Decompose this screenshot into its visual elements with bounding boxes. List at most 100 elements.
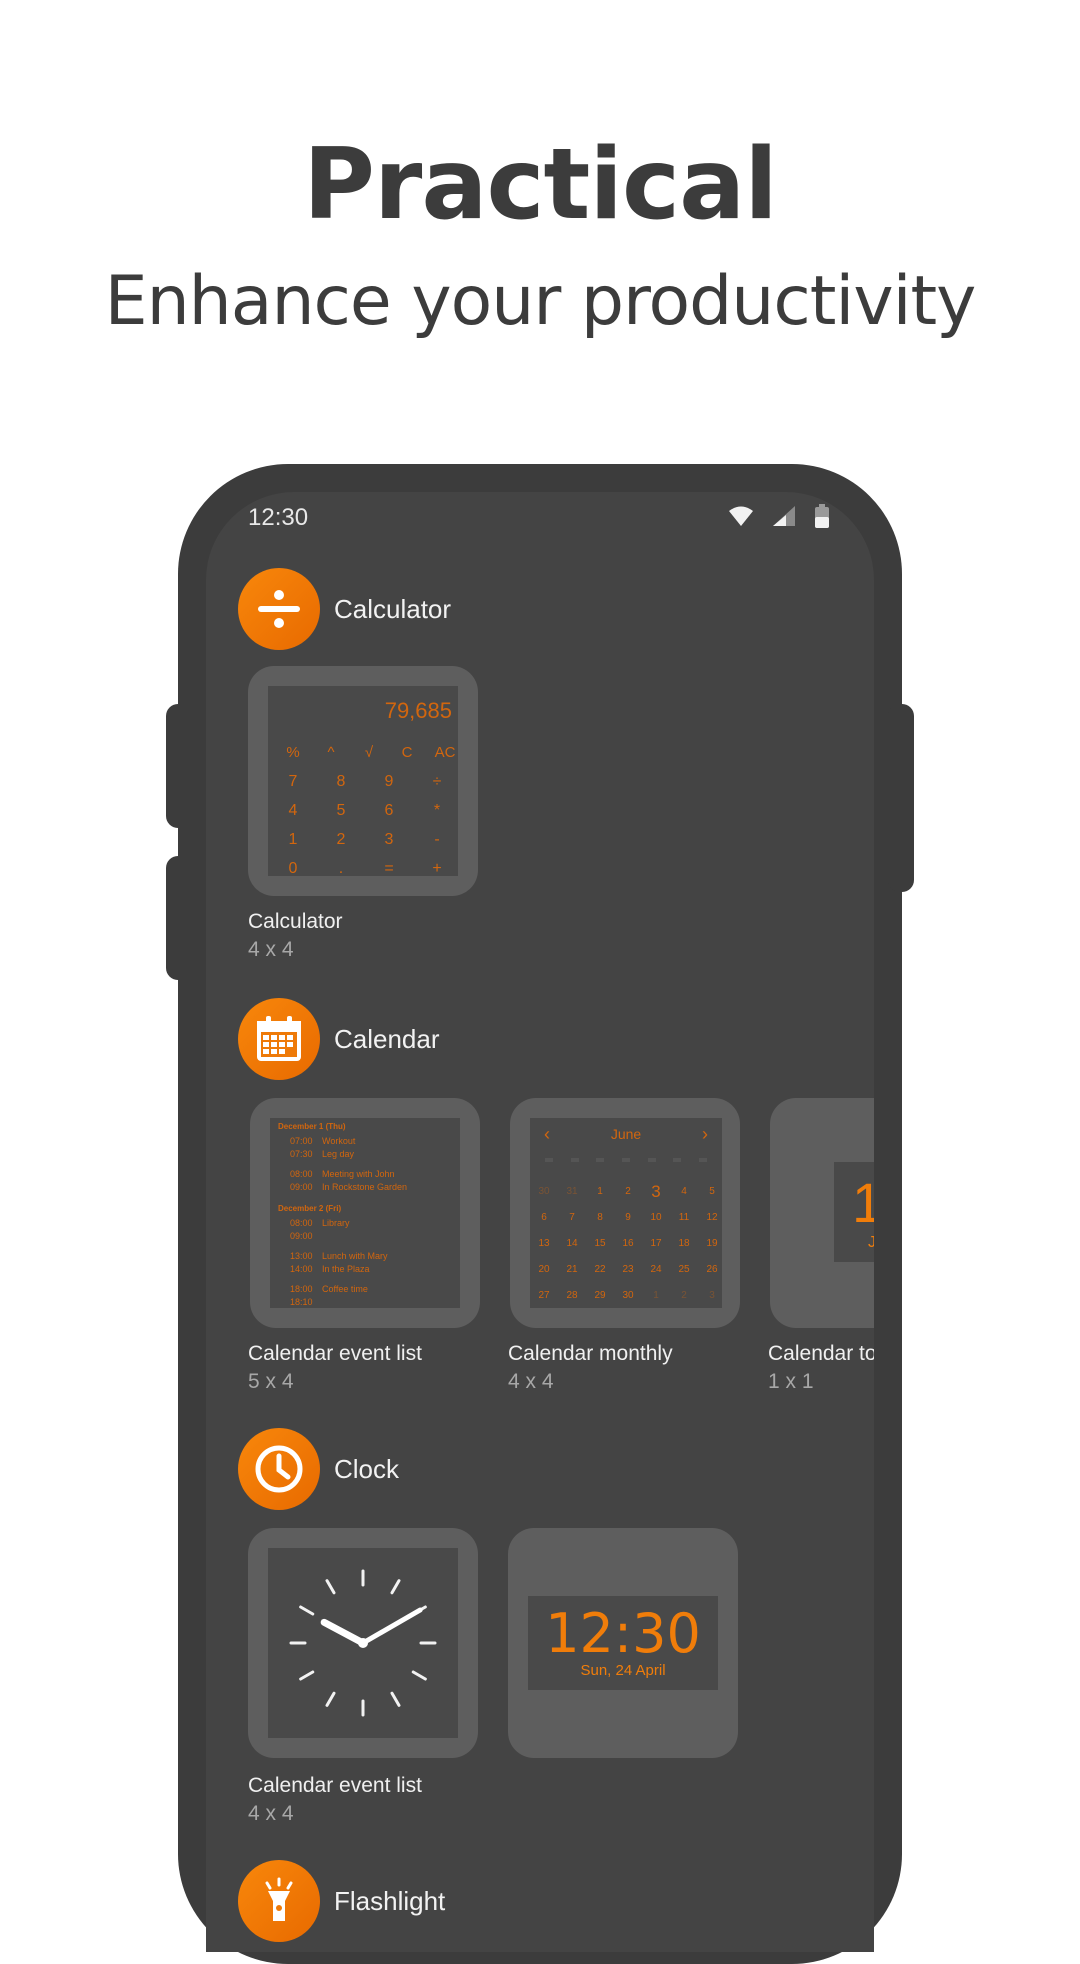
calculator-key: 6 [384,802,394,819]
event-place: In the Plaza [322,1264,370,1274]
today-month: J [868,1234,874,1251]
event-end: 09:00 [290,1231,313,1241]
flashlight-icon [265,1877,293,1921]
widget-size: 4 x 4 [508,1370,554,1393]
calculator-key: * [433,802,441,819]
widget-size: 5 x 4 [248,1370,294,1393]
widget-calendar-today-preview[interactable]: 1 J [770,1098,874,1328]
month-day: 30 [538,1186,550,1197]
month-day: 28 [566,1290,578,1301]
month-day: 30 [622,1290,634,1301]
calculator-key: C [401,744,413,761]
wifi-icon [729,506,753,526]
month-day: 27 [538,1290,550,1301]
digital-clock-box: 12:30 Sun, 24 April [528,1596,718,1690]
status-icons [728,504,830,528]
section-calculator: Calculator [238,568,451,650]
section-clock: Clock [238,1428,399,1510]
calculator-key: ÷ [432,773,442,790]
month-label: June [610,1126,642,1142]
event-end: 09:00 [290,1182,313,1192]
month-day: 13 [538,1238,550,1249]
phone-side-button [166,856,192,980]
widget-digital-clock-preview[interactable]: 12:30 Sun, 24 April [508,1528,738,1758]
event-place: In Rockstone Garden [322,1182,408,1192]
month-day: 24 [650,1264,662,1275]
section-title: Flashlight [334,1885,446,1916]
flashlight-badge [238,1860,320,1942]
widget-size: 4 x 4 [248,938,294,961]
calculator-key: AC [434,744,456,761]
month-day: 1 [653,1290,659,1301]
widget-name: Calendar to [768,1342,874,1365]
today-day: 1 [852,1171,874,1234]
widget-calculator-preview[interactable]: 79,685 % ^ √ C AC 7 8 9 ÷ 4 5 6 * 1 2 3 - 0. = + [248,666,478,896]
calculator-display: 79,685 [384,698,452,723]
calculator-key: 4 [288,802,298,819]
month-day: 4 [681,1186,687,1197]
chevron-right-icon[interactable]: › [702,1124,708,1145]
calculator-key: 7 [288,773,298,790]
month-day: 1 [597,1186,603,1197]
calculator-key: = [384,860,394,877]
battery-icon [815,504,829,528]
event-end: 07:30 [290,1149,313,1159]
status-time: 12:30 [248,504,309,531]
event-list-screen: December 1 (Thu) 07:00 Workout 07:30 Leg day… [270,1118,460,1308]
clock-tick [390,1691,401,1707]
clock-icon [255,1445,303,1493]
clock-tick [325,1691,336,1707]
widget-calendar-monthly-preview[interactable]: ‹ June › 30 31 1 2 3 4 5 6 7 8 9 10 11 12 13 14 15 16 17 18… [510,1098,740,1328]
widget-name: Calendar event list [248,1342,422,1365]
calculator-key: + [432,860,442,877]
event-end: 18:10 [290,1297,313,1307]
calculator-key: % [286,744,300,761]
month-day: 23 [622,1264,634,1275]
month-day: 11 [678,1212,690,1223]
calculator-badge [238,568,320,650]
phone-side-button [166,704,192,828]
event-start: 08:00 [290,1218,313,1228]
month-day: 25 [678,1264,690,1275]
month-day: 17 [650,1238,662,1249]
month-day: 3 [709,1290,715,1301]
analog-clock-screen [268,1548,458,1738]
calculator-key: - [434,831,440,848]
event-start: 18:00 [290,1284,313,1294]
section-flashlight: Flashlight [238,1860,445,1942]
monthly-screen: ‹ June › 30 31 1 2 3 4 5 6 7 8 9 10 11 12 13 14 15 16 17 18… [530,1118,722,1308]
hero-title: Practical [303,128,778,242]
month-day: 6 [541,1212,547,1223]
clock-badge [238,1428,320,1510]
month-day: 29 [594,1290,606,1301]
event-place: Leg day [322,1149,355,1159]
clock-hour-hand [320,1618,367,1647]
calculator-key: 9 [384,773,394,790]
month-day: 14 [566,1238,578,1249]
digital-time: 12:30 [545,1602,701,1665]
phone-screen: 12:30 Calculator 79,685 % ^ √ C AC 7 8 9 ÷ 4 5 6 * 1 2… [206,492,874,1952]
widget-name: Calendar event list [248,1774,422,1797]
event-day-header: December 1 (Thu) [278,1122,346,1131]
section-title: Calculator [334,593,452,624]
month-day: 5 [709,1186,715,1197]
widget-calendar-event-list-preview[interactable]: December 1 (Thu) 07:00 Workout 07:30 Leg day… [250,1098,480,1328]
event-start: 13:00 [290,1251,313,1261]
calculator-key: 8 [336,773,346,790]
hero-subtitle: Enhance your productivity [104,262,977,341]
calculator-key: 5 [336,802,346,819]
calculator-screen: 79,685 % ^ √ C AC 7 8 9 ÷ 4 5 6 * 1 2 3 - 0. = + [268,686,458,877]
month-day: 18 [678,1238,690,1249]
calendar-badge [238,998,320,1080]
widget-analog-clock-preview[interactable] [248,1528,478,1758]
weekday-row [536,1158,716,1166]
calculator-key: 3 [384,831,394,848]
month-day: 10 [650,1212,662,1223]
calculator-key: 2 [336,831,346,848]
clock-tick [411,1670,427,1681]
month-day: 15 [594,1238,606,1249]
month-day: 7 [569,1212,575,1223]
event-title: Workout [322,1136,356,1146]
month-day: 2 [625,1186,631,1197]
widget-name: Calendar monthly [508,1342,673,1365]
